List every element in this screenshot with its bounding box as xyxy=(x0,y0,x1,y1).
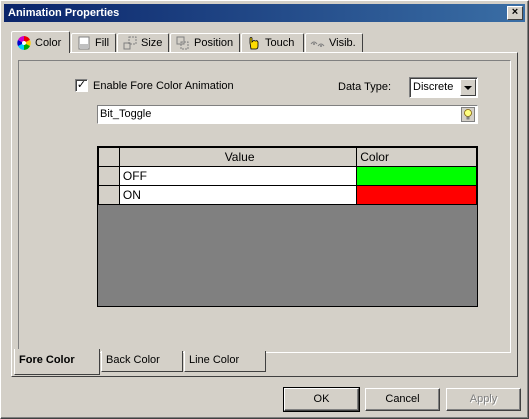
value-color-grid: Value Color OFF ON xyxy=(97,146,478,307)
tab-label: Color xyxy=(35,36,62,49)
value-color-table: Value Color OFF ON xyxy=(98,147,477,205)
position-icon xyxy=(175,35,191,51)
tab-label: Visib. xyxy=(329,37,356,49)
table-row[interactable]: OFF xyxy=(98,166,477,186)
tab-fill[interactable]: Fill xyxy=(71,33,116,52)
value-cell[interactable]: ON xyxy=(118,185,358,205)
tab-back-color[interactable]: Back Color xyxy=(101,351,183,372)
enable-fore-color-row: ✓ Enable Fore Color Animation xyxy=(75,79,234,92)
tab-line-color[interactable]: Line Color xyxy=(184,351,266,372)
tab-touch[interactable]: Touch xyxy=(241,33,304,52)
visibility-icon xyxy=(310,35,326,51)
color-cell[interactable] xyxy=(356,185,477,205)
color-wheel-icon xyxy=(16,35,32,51)
data-type-value: Discrete xyxy=(413,81,454,93)
table-header-row: Value Color xyxy=(98,147,477,167)
enable-fore-color-label: Enable Fore Color Animation xyxy=(93,79,234,92)
apply-button[interactable]: Apply xyxy=(446,388,521,411)
window-title: Animation Properties xyxy=(8,7,120,19)
size-icon xyxy=(122,35,138,51)
corner-cell xyxy=(98,147,120,167)
color-animation-group: ✓ Enable Fore Color Animation Data Type:… xyxy=(18,60,511,353)
tab-size[interactable]: Size xyxy=(117,33,169,52)
tag-value: Bit_Toggle xyxy=(100,108,152,120)
tab-label: Fill xyxy=(95,37,110,49)
enable-fore-color-checkbox[interactable]: ✓ xyxy=(75,79,88,92)
animation-properties-dialog: Animation Properties × Color Fill Size P… xyxy=(0,0,529,419)
row-header[interactable] xyxy=(98,185,120,205)
cancel-button[interactable]: Cancel xyxy=(365,388,440,411)
tab-label: Position xyxy=(194,37,234,49)
column-header-value: Value xyxy=(118,147,358,167)
title-bar: Animation Properties × xyxy=(4,4,525,22)
color-cell[interactable] xyxy=(356,166,477,186)
table-row[interactable]: ON xyxy=(98,185,477,205)
tab-panel-color: ✓ Enable Fore Color Animation Data Type:… xyxy=(11,52,518,377)
close-button[interactable]: × xyxy=(507,6,523,20)
tab-color[interactable]: Color xyxy=(11,31,70,53)
hand-icon xyxy=(246,35,262,51)
tag-input[interactable]: Bit_Toggle xyxy=(97,105,478,124)
tab-fore-color[interactable]: Fore Color xyxy=(14,349,100,375)
value-cell[interactable]: OFF xyxy=(118,166,358,186)
tab-visibility[interactable]: Visib. xyxy=(305,33,363,52)
row-header[interactable] xyxy=(98,166,120,186)
data-type-select[interactable]: Discrete xyxy=(409,77,478,98)
tab-position[interactable]: Position xyxy=(170,33,240,52)
data-type-label: Data Type: xyxy=(338,81,391,93)
fill-icon xyxy=(76,35,92,51)
tab-label: Touch xyxy=(265,37,295,49)
chevron-down-icon[interactable] xyxy=(460,79,476,96)
ok-button[interactable]: OK xyxy=(283,387,360,412)
tab-label: Size xyxy=(141,37,163,49)
lightbulb-icon[interactable] xyxy=(461,107,475,122)
column-header-color: Color xyxy=(356,147,477,167)
